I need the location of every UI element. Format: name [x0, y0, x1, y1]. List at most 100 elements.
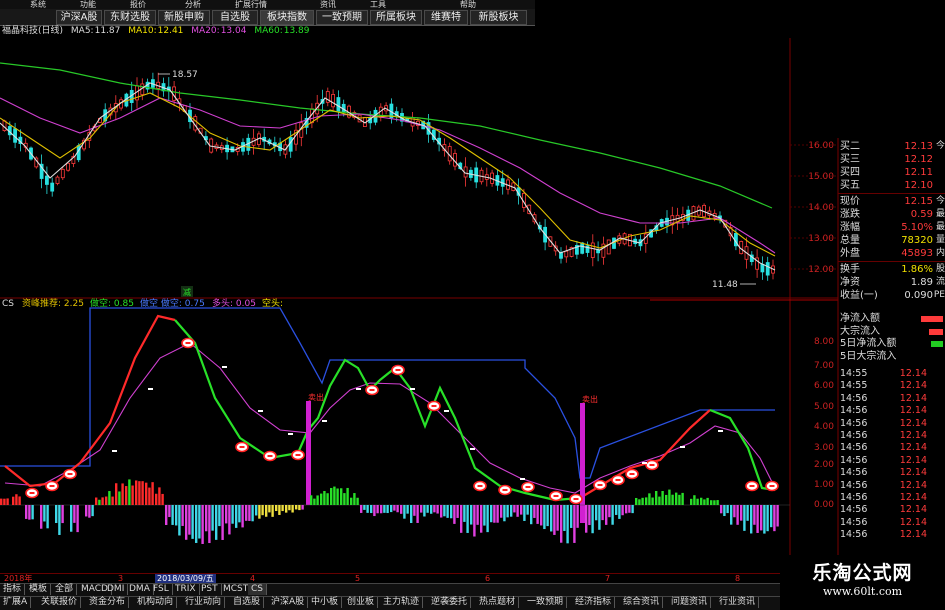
- tab-fsl[interactable]: FSL: [150, 584, 173, 595]
- tab-consensus[interactable]: 一致预期: [524, 597, 568, 608]
- signal-marker: [45, 480, 59, 492]
- tab-gem[interactable]: 创业板: [344, 597, 379, 608]
- tick-row: 14:56 12.14: [838, 492, 945, 504]
- tab-watchlist[interactable]: 自选股: [230, 597, 265, 608]
- histogram-bar: [356, 497, 359, 505]
- histogram-bar: [665, 494, 668, 505]
- histogram-bar: [476, 505, 479, 525]
- tick-row: 14:56 12.14: [838, 405, 945, 417]
- nav-stock-picker[interactable]: 东财选股: [104, 10, 156, 25]
- kline-chart[interactable]: 16.00 15.00 14.00 13.00 12.00 8.00 7.00 …: [0, 38, 945, 573]
- tab-question-news[interactable]: 问题资讯: [668, 597, 712, 608]
- tab-all[interactable]: 全部: [52, 584, 78, 595]
- menu-news[interactable]: 资讯: [320, 0, 336, 9]
- histogram-bar: [406, 505, 409, 514]
- histogram-bar: [655, 491, 658, 505]
- tab-fund-distribution[interactable]: 资金分布: [86, 597, 130, 608]
- tab-trix[interactable]: TRIX: [172, 584, 200, 595]
- menu-extended[interactable]: 扩展行情: [235, 0, 267, 9]
- quote-row: 买五 12.10: [838, 179, 945, 192]
- nav-watchlist[interactable]: 自选股: [212, 10, 258, 25]
- histogram-bar: [506, 505, 509, 518]
- tick-time: 14:56: [840, 392, 868, 404]
- date-month: 5: [355, 574, 361, 583]
- nav-new-stock-sector[interactable]: 新股板块: [470, 10, 527, 25]
- histogram-bar: [168, 505, 171, 518]
- indicator-green-line-2: [709, 408, 776, 492]
- histogram-bar: [161, 493, 164, 505]
- signal-marker: [25, 487, 39, 499]
- ind-tick: 6.00: [814, 381, 834, 391]
- histogram-bar: [760, 505, 763, 531]
- tick-list[interactable]: 14:55 12.14 14:55 12.14 14:56 12.14 14:56 12…: [838, 368, 945, 541]
- menu-function[interactable]: 功能: [80, 0, 96, 9]
- tab-sh-a[interactable]: 沪深A股: [268, 597, 309, 608]
- histogram-bar: [353, 493, 356, 505]
- menu-help[interactable]: 帮助: [460, 0, 476, 9]
- histogram-bar: [661, 491, 664, 505]
- nav-sector[interactable]: 所属板块: [370, 10, 422, 25]
- indicator-value-1: 资峰推荐: 2.25: [22, 297, 84, 309]
- histogram-bar: [231, 505, 234, 524]
- tab-general-news[interactable]: 综合资讯: [620, 597, 664, 608]
- tab-template[interactable]: 模板: [26, 584, 52, 595]
- histogram-bar: [181, 505, 184, 526]
- tab-ext-a[interactable]: 扩展A: [0, 597, 32, 608]
- quote-label: 现价: [840, 196, 860, 207]
- tab-cs[interactable]: CS: [248, 584, 267, 595]
- tab-indicator[interactable]: 指标: [0, 584, 26, 595]
- histogram-bar: [288, 505, 291, 511]
- nav-shanghai-a[interactable]: 沪深A股: [56, 10, 102, 25]
- flow-row[interactable]: 5日大宗流入: [838, 351, 945, 364]
- tab-sme[interactable]: 中小板: [308, 597, 343, 608]
- tab-main-track[interactable]: 主力轨迹: [380, 597, 424, 608]
- histogram-bar: [450, 505, 453, 519]
- flow-row[interactable]: 净流入额: [838, 313, 945, 326]
- histogram-bar: [648, 493, 651, 505]
- candle: [596, 241, 600, 262]
- histogram-bar: [251, 505, 254, 522]
- tab-dmi[interactable]: DMI: [104, 584, 129, 595]
- tab-hot-topics[interactable]: 热点题材: [476, 597, 520, 608]
- tab-industry-news[interactable]: 行业资讯: [716, 597, 760, 608]
- histogram-bar: [678, 494, 681, 505]
- tab-related-quote[interactable]: 关联报价: [38, 597, 82, 608]
- histogram-bar: [400, 505, 403, 514]
- candle: [325, 87, 330, 107]
- flow-row[interactable]: 5日净流入额: [838, 338, 945, 351]
- sell-signal-label: 卖出: [308, 392, 324, 402]
- nav-vst[interactable]: 维赛特: [424, 10, 468, 25]
- histogram-bar: [470, 505, 473, 525]
- menu-quote[interactable]: 报价: [130, 0, 146, 9]
- histogram-bar: [326, 493, 329, 505]
- histogram-bar: [46, 505, 49, 529]
- flow-row[interactable]: 大宗流入: [838, 326, 945, 339]
- tab-pst[interactable]: PST: [198, 584, 222, 595]
- tick-price: 12.14: [899, 467, 927, 479]
- menu-analysis[interactable]: 分析: [185, 0, 201, 9]
- menu-tools[interactable]: 工具: [370, 0, 386, 9]
- histogram-bar: [466, 505, 469, 533]
- nav-ipo[interactable]: 新股申购: [158, 10, 210, 25]
- histogram-bar: [313, 498, 316, 505]
- histogram-bar: [690, 498, 693, 505]
- tab-institution[interactable]: 机构动向: [134, 597, 178, 608]
- tick-price: 12.14: [899, 454, 927, 466]
- menu-system[interactable]: 系统: [30, 0, 46, 9]
- tick-row: 14:56 12.14: [838, 393, 945, 405]
- histogram-bar: [503, 505, 506, 522]
- quote-label: 外盘: [840, 248, 860, 259]
- tab-economy[interactable]: 经济指标: [572, 597, 616, 608]
- histogram-bar: [101, 497, 104, 505]
- histogram-bar: [611, 505, 614, 525]
- tick-price: 12.14: [899, 516, 927, 528]
- tab-industry[interactable]: 行业动向: [182, 597, 226, 608]
- candle: [590, 234, 595, 267]
- nav-sector-index[interactable]: 板块指数: [260, 10, 314, 25]
- tab-counter-order[interactable]: 逆袭委托: [428, 597, 472, 608]
- indicator-green-line-1: [174, 319, 581, 502]
- histogram-bar: [710, 500, 713, 505]
- tick-price: 12.14: [899, 392, 927, 404]
- line-dash-marker: [444, 410, 449, 412]
- nav-consensus[interactable]: 一致预期: [316, 10, 368, 25]
